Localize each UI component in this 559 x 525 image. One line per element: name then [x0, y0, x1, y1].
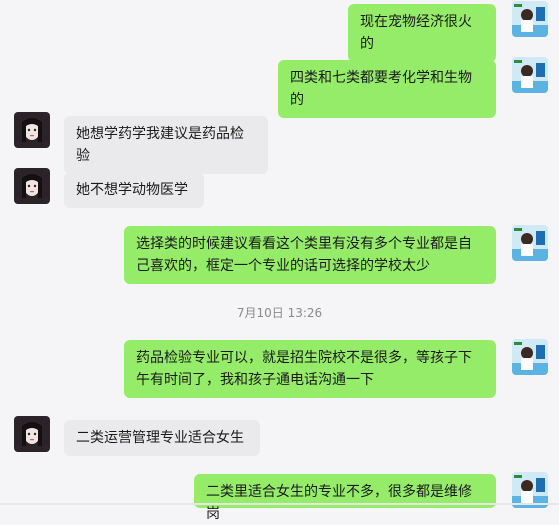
timestamp-divider: 7月10日 13:26	[236, 306, 323, 320]
message-bubble-other[interactable]: 她不想学动物医学	[64, 172, 204, 208]
self-avatar[interactable]	[512, 225, 548, 261]
contact-avatar[interactable]	[14, 416, 50, 452]
message-bubble-other[interactable]: 她想学药学我建议是药品检验	[64, 116, 268, 174]
self-avatar[interactable]	[512, 339, 548, 375]
message-bubble-self[interactable]: 药品检验专业可以，就是招生院校不是很多，等孩子下午有时间了，我和孩子通电话沟通一…	[124, 340, 496, 398]
message-bubble-self[interactable]: 现在宠物经济很火的	[348, 4, 496, 62]
self-avatar[interactable]	[512, 57, 548, 93]
message-bubble-other[interactable]: 二类运营管理专业适合女生	[64, 420, 260, 456]
contact-avatar[interactable]	[14, 112, 50, 148]
contact-avatar[interactable]	[14, 168, 50, 204]
message-bubble-self[interactable]: 四类和七类都要考化学和生物的	[278, 60, 496, 118]
message-bubble-self[interactable]: 选择类的时候建议看看这个类里有没有多个专业都是自己喜欢的，框定一个专业的话可选择…	[124, 226, 496, 284]
chat-window: 现在宠物经济很火的 四类和七类都要考化学和生物的 她想学药学我建议是药品检验 她…	[0, 0, 559, 522]
self-avatar[interactable]	[512, 1, 548, 37]
